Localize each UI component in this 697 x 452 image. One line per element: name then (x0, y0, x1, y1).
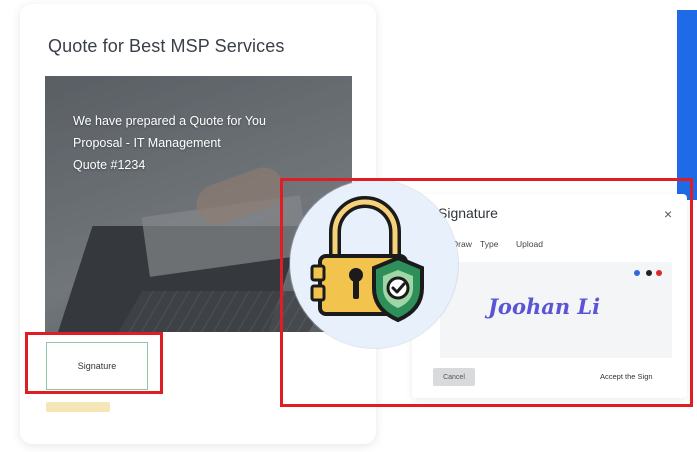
hero-text: We have prepared a Quote for You Proposa… (73, 110, 266, 176)
hero-line: Quote #1234 (73, 158, 146, 172)
hero-line: Proposal - IT Management (73, 136, 221, 150)
signature-tag (46, 402, 110, 412)
highlight-box-dialog (280, 178, 693, 407)
accent-bar (677, 10, 697, 200)
hero-line: We have prepared a Quote for You (73, 114, 266, 128)
highlight-box-signature (25, 332, 163, 394)
page-title: Quote for Best MSP Services (48, 36, 285, 56)
